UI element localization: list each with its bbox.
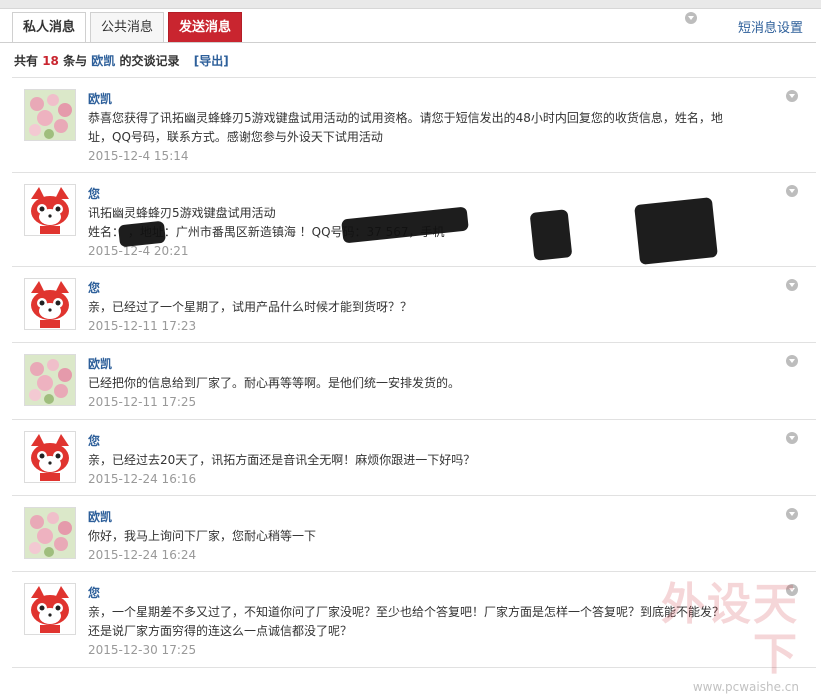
message-item: 欧凯 恭喜您获得了讯拓幽灵蜂蜂刃5游戏键盘试用活动的试用资格。请您于短信发出的4… (12, 77, 816, 173)
message-item: 欧凯 你好，我马上询问下厂家，您耐心稍等一下 2015-12-24 16:24 (12, 495, 816, 572)
export-link[interactable]: [导出] (194, 54, 229, 68)
message-item: 您 讯拓幽灵蜂蜂刃5游戏键盘试用活动 姓名： ，地址：广州市番禺区新造镇海 ！Q… (12, 172, 816, 267)
message-settings-link[interactable]: 短消息设置 (738, 17, 803, 36)
fox-avatar-icon (25, 584, 75, 634)
conversation-summary: 共有 18 条与 欧凯 的交谈记录 [导出] (14, 52, 229, 69)
avatar-flower[interactable] (24, 507, 76, 559)
message-content: 你好，我马上询问下厂家，您耐心稍等一下 (88, 529, 317, 543)
message-time: 2015-12-11 17:25 (88, 395, 197, 409)
top-strip (0, 0, 821, 8)
message-sender[interactable]: 您 (88, 185, 100, 202)
tab-private-messages[interactable]: 私人消息 (12, 12, 87, 43)
collapse-toggle-icon[interactable] (786, 508, 798, 520)
fox-avatar-icon (25, 185, 75, 235)
collapse-toggle-icon[interactable] (786, 185, 798, 197)
message-item: 您 亲，已经过去20天了，讯拓方面还是音讯全无啊！麻烦你跟进一下好吗？ 2015… (12, 419, 816, 496)
avatar-flower[interactable] (24, 89, 76, 141)
avatar-fox[interactable] (24, 184, 76, 236)
collapse-toggle-icon[interactable] (786, 432, 798, 444)
message-tabs: 私人消息 公共消息 发送消息 (12, 12, 246, 43)
watermark-brand: 外设天下 (661, 579, 799, 680)
message-item: 欧凯 已经把你的信息给到厂家了。耐心再等等啊。是他们统一安排发货的。 2015-… (12, 342, 816, 420)
watermark-url: www.pcwaishe.cn (692, 680, 799, 694)
flower-avatar-icon (25, 508, 75, 558)
avatar-fox[interactable] (24, 431, 76, 483)
summary-prefix: 共有 (14, 54, 39, 68)
fox-avatar-icon (25, 279, 75, 329)
flower-avatar-icon (25, 355, 75, 405)
message-content: 亲，已经过去20天了，讯拓方面还是音讯全无啊！麻烦你跟进一下好吗？ (88, 453, 476, 467)
message-item: 您 亲，已经过了一个星期了，试用产品什么时候才能到货呀？？ 2015-12-11… (12, 266, 816, 343)
collapse-all-toggle-icon[interactable] (685, 12, 697, 24)
message-sender[interactable]: 您 (88, 432, 100, 449)
message-sender[interactable]: 欧凯 (88, 90, 112, 107)
top-strip-line (0, 8, 821, 9)
message-time: 2015-12-24 16:24 (88, 548, 197, 562)
avatar-fox[interactable] (24, 278, 76, 330)
flower-avatar-icon (25, 90, 75, 140)
message-content: 亲，已经过了一个星期了，试用产品什么时候才能到货呀？？ (88, 300, 413, 314)
message-content: 恭喜您获得了讯拓幽灵蜂蜂刃5游戏键盘试用活动的试用资格。请您于短信发出的48小时… (88, 111, 723, 144)
message-time: 2015-12-11 17:23 (88, 319, 197, 333)
redaction-mark (634, 197, 718, 265)
avatar-fox[interactable] (24, 583, 76, 635)
redaction-mark (529, 209, 573, 261)
message-content: 已经把你的信息给到厂家了。耐心再等等啊。是他们统一安排发货的。 (88, 376, 461, 390)
message-sender[interactable]: 欧凯 (88, 355, 112, 372)
fox-avatar-icon (25, 432, 75, 482)
collapse-toggle-icon[interactable] (786, 355, 798, 367)
tabs-divider (0, 42, 816, 43)
tab-public-messages[interactable]: 公共消息 (90, 12, 165, 42)
collapse-toggle-icon[interactable] (786, 90, 798, 102)
message-sender[interactable]: 您 (88, 279, 100, 296)
site-watermark: 外设天下 www.pcwaishe.cn (619, 580, 799, 694)
summary-mid: 条与 (63, 54, 88, 68)
message-time: 2015-12-4 15:14 (88, 149, 189, 163)
message-time: 2015-12-24 16:16 (88, 472, 197, 486)
message-sender[interactable]: 欧凯 (88, 508, 112, 525)
contact-name[interactable]: 欧凯 (91, 54, 115, 68)
tab-send-message[interactable]: 发送消息 (168, 12, 243, 42)
summary-suffix: 的交谈记录 (119, 54, 180, 68)
message-count: 18 (42, 54, 59, 68)
message-sender[interactable]: 您 (88, 584, 100, 601)
collapse-toggle-icon[interactable] (786, 279, 798, 291)
avatar-flower[interactable] (24, 354, 76, 406)
message-time: 2015-12-30 17:25 (88, 643, 197, 657)
message-time: 2015-12-4 20:21 (88, 244, 189, 258)
